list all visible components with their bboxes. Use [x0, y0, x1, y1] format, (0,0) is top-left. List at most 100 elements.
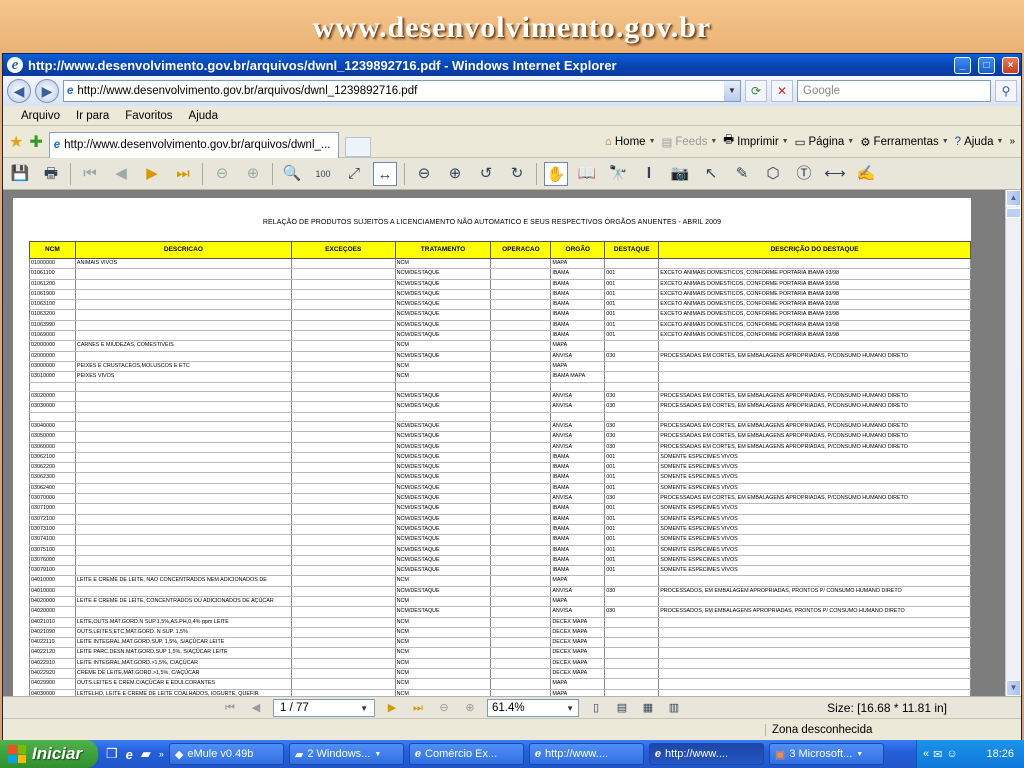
table-cell: DECEX MAPA: [550, 627, 606, 639]
page-menu-button[interactable]: ▭ Página ▼: [795, 135, 855, 149]
address-bar[interactable]: e http://www.desenvolvimento.gov.br/arqu…: [63, 80, 741, 102]
stop-button[interactable]: ✕: [771, 80, 793, 102]
scroll-thumb[interactable]: [1006, 208, 1021, 218]
first-page-bottom-icon[interactable]: ⏮: [221, 699, 239, 717]
taskbar-item-emule[interactable]: ◆ eMule v0.49b: [168, 743, 284, 765]
bookmark-icon[interactable]: 📖: [575, 162, 599, 186]
vertical-scrollbar[interactable]: ▲ ▼: [1005, 190, 1021, 696]
add-favorite-icon[interactable]: ✚: [29, 132, 42, 152]
home-caret-icon[interactable]: ▼: [649, 138, 656, 145]
quick-launch-icon[interactable]: ❐: [106, 746, 118, 762]
feeds-button[interactable]: ▤ Feeds ▼: [662, 135, 718, 149]
start-button[interactable]: Iniciar: [0, 740, 98, 768]
highlight-icon[interactable]: ✎: [730, 162, 754, 186]
next-page-icon[interactable]: ▶: [140, 162, 164, 186]
next-page-bottom-icon[interactable]: ▶: [383, 699, 401, 717]
search-input[interactable]: Google: [797, 80, 991, 102]
forward-view-bottom-icon[interactable]: ⊕: [461, 699, 479, 717]
select-arrow-icon[interactable]: ↖: [699, 162, 723, 186]
chevron-more-icon[interactable]: »: [1009, 136, 1015, 147]
sign-icon[interactable]: ✍: [854, 162, 878, 186]
browser-tab[interactable]: e http://www.desenvolvimento.gov.br/arqu…: [48, 131, 339, 158]
home-button[interactable]: ⌂ Home ▼: [605, 136, 656, 148]
last-page-bottom-icon[interactable]: ⏭: [409, 699, 427, 717]
search-icon[interactable]: ⚲: [995, 80, 1017, 102]
hand-tool-icon[interactable]: ✋: [544, 161, 568, 186]
back-view-icon[interactable]: ⊖: [210, 162, 234, 186]
facing-page-icon[interactable]: ▦: [639, 699, 657, 717]
help-caret-icon[interactable]: ▼: [997, 138, 1004, 145]
find-icon[interactable]: 🔭: [606, 162, 630, 186]
tools-menu-button[interactable]: ⚙ Ferramentas ▼: [860, 135, 948, 149]
zoom-dropdown-icon[interactable]: ▼: [566, 702, 574, 714]
menu-arquivo[interactable]: Arquivo: [21, 110, 60, 122]
previous-page-bottom-icon[interactable]: ◀: [247, 699, 265, 717]
menu-favoritos[interactable]: Favoritos: [125, 110, 172, 122]
menu-ir-para[interactable]: Ir para: [76, 110, 109, 122]
continuous-facing-icon[interactable]: ▥: [665, 699, 683, 717]
rotate-right-icon[interactable]: ↻: [505, 162, 529, 186]
save-icon[interactable]: 💾: [8, 162, 32, 186]
forward-view-icon[interactable]: ⊕: [241, 162, 265, 186]
typewriter-icon[interactable]: Ⓣ: [792, 162, 816, 186]
window-titlebar[interactable]: e http://www.desenvolvimento.gov.br/arqu…: [3, 54, 1021, 76]
print-button[interactable]: 🖶 Imprimir ▼: [723, 132, 788, 151]
back-view-bottom-icon[interactable]: ⊖: [435, 699, 453, 717]
quick-launch-folder-icon[interactable]: ▰: [141, 746, 151, 762]
address-dropdown-icon[interactable]: ▼: [724, 81, 740, 101]
first-page-icon[interactable]: ⏮: [78, 162, 102, 186]
actual-size-icon[interactable]: 100: [311, 162, 335, 186]
menu-ajuda[interactable]: Ajuda: [189, 110, 218, 122]
page-number-field[interactable]: 1 / 77 ▼: [273, 698, 375, 717]
zoom-field[interactable]: 61.4% ▼: [487, 698, 579, 717]
refresh-button[interactable]: ⟳: [745, 80, 767, 102]
taskbar-item-http-2[interactable]: e http://www....: [648, 743, 764, 765]
table-cell: [490, 627, 552, 639]
table-cell: [604, 647, 660, 659]
last-page-icon[interactable]: ⏭: [171, 162, 195, 186]
scroll-up-icon[interactable]: ▲: [1006, 190, 1021, 206]
scroll-down-icon[interactable]: ▼: [1006, 680, 1021, 696]
back-button[interactable]: ◀: [7, 79, 31, 103]
taskbar-item-comercio[interactable]: e Comércio Ex...: [408, 743, 524, 765]
continuous-page-icon[interactable]: ▤: [613, 699, 631, 717]
print-icon[interactable]: 🖶: [39, 162, 63, 186]
page-dropdown-icon[interactable]: ▼: [360, 702, 368, 714]
previous-page-icon[interactable]: ◀: [109, 162, 133, 186]
table-row: 03072100 NCM/DESTAQUE IBAMA 001 SOMENTE ESPE…: [29, 514, 971, 525]
single-page-icon[interactable]: ▯: [587, 699, 605, 717]
taskbar-item-windows[interactable]: ▰ 2 Windows... ▼: [288, 743, 404, 765]
forward-button[interactable]: ▶: [35, 79, 59, 103]
page-caret-icon[interactable]: ▼: [847, 138, 854, 145]
zoom-plus-icon[interactable]: ⊕: [443, 162, 467, 186]
measure-icon[interactable]: ⟷: [823, 162, 847, 186]
feeds-caret-icon[interactable]: ▼: [710, 138, 717, 145]
taskbar-item-microsoft[interactable]: ▣ 3 Microsoft... ▼: [768, 743, 884, 765]
text-select-icon[interactable]: 𝐈: [637, 162, 661, 186]
new-tab-button[interactable]: [344, 136, 371, 157]
favorites-star-icon[interactable]: ★: [9, 132, 23, 152]
fit-page-icon[interactable]: ⤢: [342, 162, 366, 186]
fit-width-icon[interactable]: ↔: [373, 161, 397, 186]
table-cell: NCM/DESTAQUE: [394, 462, 492, 474]
table-cell: 030: [604, 493, 660, 505]
zoom-in-icon[interactable]: 🔍: [280, 162, 304, 186]
snapshot-icon[interactable]: 📷: [668, 162, 692, 186]
messenger-icon[interactable]: ☺: [946, 748, 957, 760]
mail-icon[interactable]: ✉: [933, 748, 942, 761]
table-cell: EXCETO ANIMAIS DOMESTICOS, CONFORME PORT…: [658, 268, 971, 280]
zoom-out-icon[interactable]: ⊖: [412, 162, 436, 186]
tray-expand-icon[interactable]: «: [923, 748, 929, 760]
rotate-left-icon[interactable]: ↺: [474, 162, 498, 186]
close-button[interactable]: ×: [1002, 56, 1019, 74]
shape-icon[interactable]: ⬡: [761, 162, 785, 186]
pdf-document-area[interactable]: RELAÇÃO DE PRODUTOS SUJEITOS A LICENCIAM…: [3, 190, 1005, 696]
print-caret-icon[interactable]: ▼: [782, 138, 789, 145]
quick-launch-ie-icon[interactable]: e: [126, 747, 133, 762]
help-menu-button[interactable]: ? Ajuda ▼: [955, 136, 1004, 148]
quick-launch-more-icon[interactable]: »: [159, 749, 164, 759]
minimize-button[interactable]: _: [954, 56, 971, 74]
tools-caret-icon[interactable]: ▼: [942, 138, 949, 145]
taskbar-item-http-1[interactable]: e http://www....: [528, 743, 644, 765]
maximize-button[interactable]: □: [978, 56, 995, 74]
